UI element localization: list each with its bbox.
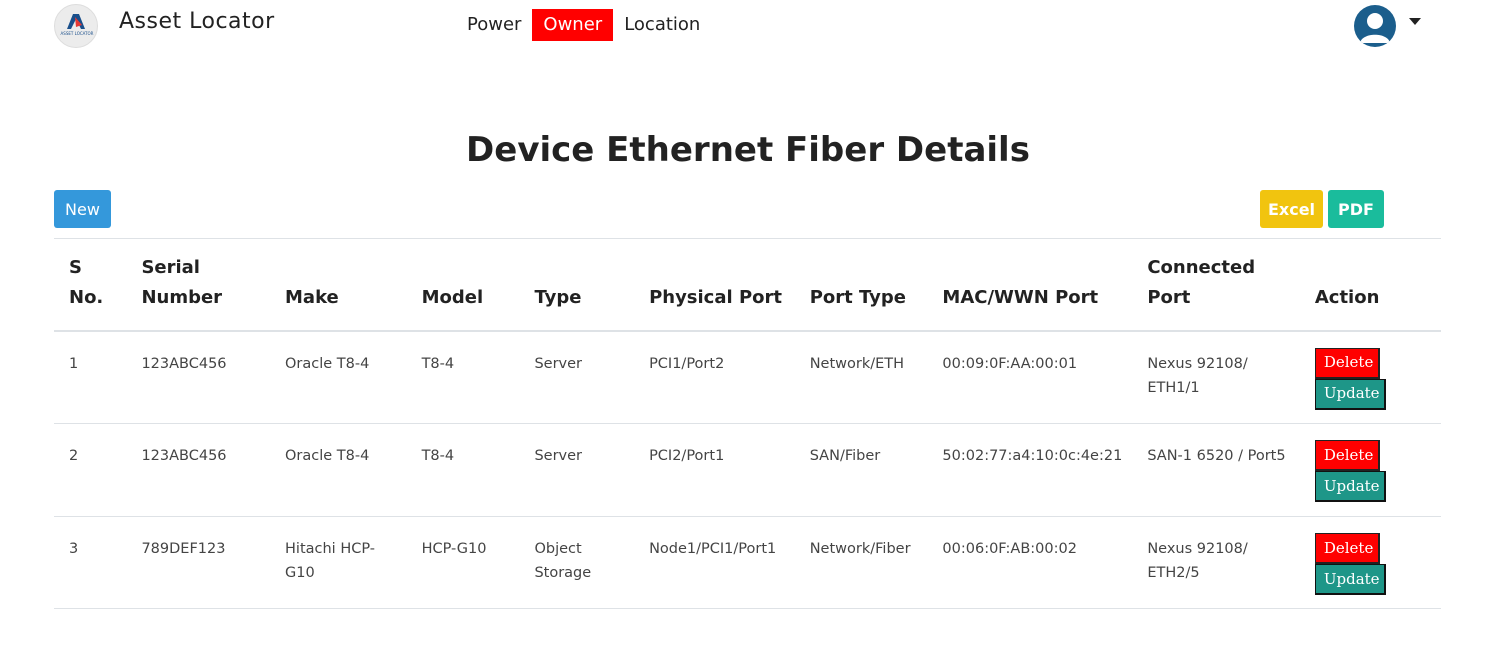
header-serial-number: Serial Number	[126, 238, 271, 332]
cell-sno: 1	[54, 330, 127, 424]
new-button[interactable]: New	[54, 190, 111, 228]
cell-port-type: SAN/Fiber	[794, 423, 928, 517]
header-physical-port: Physical Port	[634, 238, 795, 332]
brand-name[interactable]: Asset Locator	[119, 9, 275, 34]
cell-type: Object Storage	[519, 516, 635, 609]
update-button[interactable]: Update	[1314, 471, 1386, 502]
cell-model: T8-4	[406, 423, 520, 517]
cell-physical-port: PCI2/Port1	[634, 423, 795, 517]
delete-button[interactable]: Delete	[1314, 533, 1380, 564]
pdf-export-button[interactable]: PDF	[1328, 190, 1384, 228]
header-model: Model	[406, 238, 520, 332]
header-action: Action	[1299, 238, 1441, 332]
excel-export-button[interactable]: Excel	[1260, 190, 1323, 228]
update-button[interactable]: Update	[1314, 564, 1386, 595]
cell-physical-port: PCI1/Port2	[634, 330, 795, 424]
logo[interactable]: ASSET LOCATOR	[54, 4, 98, 48]
cell-type: Server	[519, 330, 635, 424]
cell-port-type: Network/ETH	[794, 330, 928, 424]
table-row: 3 789DEF123 Hitachi HCP-G10 HCP-G10 Obje…	[54, 516, 1441, 609]
cell-model: HCP-G10	[406, 516, 520, 609]
delete-button[interactable]: Delete	[1314, 347, 1380, 379]
user-avatar-icon[interactable]	[1354, 5, 1396, 47]
nav-power[interactable]: Power	[460, 9, 528, 41]
table-row: 1 123ABC456 Oracle T8-4 T8-4 Server PCI1…	[54, 330, 1441, 424]
cell-make: Oracle T8-4	[270, 330, 407, 424]
cell-action: Delete Update	[1299, 516, 1441, 609]
nav-location[interactable]: Location	[617, 9, 707, 41]
header-type: Type	[519, 238, 635, 332]
main-nav: Power Owner Location	[460, 8, 707, 42]
header-mac-wwn-port: MAC/WWN Port	[927, 238, 1133, 332]
cell-mac-wwn-port: 50:02:77:a4:10:0c:4e:21	[927, 423, 1133, 517]
delete-button[interactable]: Delete	[1314, 440, 1380, 471]
nav-owner[interactable]: Owner	[532, 9, 614, 41]
cell-mac-wwn-port: 00:06:0F:AB:00:02	[927, 516, 1133, 609]
header-port-type: Port Type	[794, 238, 928, 332]
cell-connected-port: SAN-1 6520 / Port5	[1132, 423, 1300, 517]
page-title: Device Ethernet Fiber Details	[466, 130, 1030, 170]
cell-model: T8-4	[406, 330, 520, 424]
header-sno: S No.	[54, 238, 127, 332]
navbar: ASSET LOCATOR Asset Locator Power Owner …	[0, 0, 1503, 52]
cell-connected-port: Nexus 92108/ ETH2/5	[1132, 516, 1300, 609]
cell-mac-wwn-port: 00:09:0F:AA:00:01	[927, 330, 1133, 424]
cell-sno: 3	[54, 516, 127, 609]
cell-physical-port: Node1/PCI1/Port1	[634, 516, 795, 609]
cell-serial-number: 123ABC456	[126, 330, 271, 424]
cell-action: Delete Update	[1299, 330, 1441, 424]
table-header-row: S No. Serial Number Make Model Type Physic…	[54, 238, 1441, 332]
header-make: Make	[270, 238, 407, 332]
cell-serial-number: 123ABC456	[126, 423, 271, 517]
cell-connected-port: Nexus 92108/ ETH1/1	[1132, 330, 1300, 424]
cell-sno: 2	[54, 423, 127, 517]
caret-down-icon[interactable]	[1409, 18, 1421, 25]
cell-port-type: Network/Fiber	[794, 516, 928, 609]
logo-text: ASSET LOCATOR	[61, 31, 94, 36]
cell-make: Oracle T8-4	[270, 423, 407, 517]
cell-action: Delete Update	[1299, 423, 1441, 517]
cell-serial-number: 789DEF123	[126, 516, 271, 609]
table-row: 2 123ABC456 Oracle T8-4 T8-4 Server PCI2…	[54, 423, 1441, 517]
device-table: S No. Serial Number Make Model Type Physic…	[54, 238, 1441, 609]
cell-type: Server	[519, 423, 635, 517]
update-button[interactable]: Update	[1314, 378, 1386, 410]
cell-make: Hitachi HCP-G10	[270, 516, 407, 609]
header-connected-port: Connected Port	[1132, 238, 1300, 332]
